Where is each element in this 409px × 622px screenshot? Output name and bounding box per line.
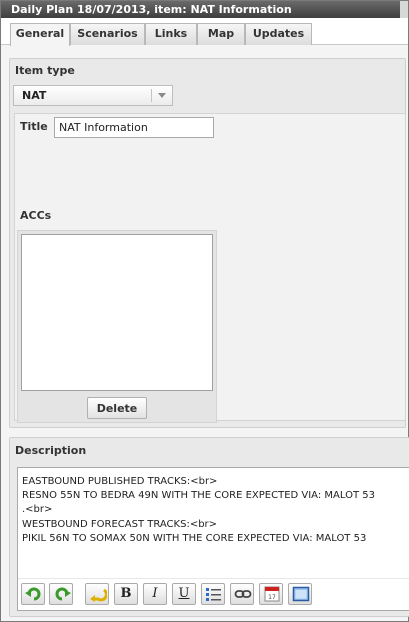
tab-links[interactable]: Links <box>145 23 197 45</box>
item-type-select[interactable]: NAT <box>13 85 173 106</box>
clean-format-button[interactable] <box>85 583 109 605</box>
tab-general[interactable]: General <box>10 23 70 46</box>
clean-format-icon <box>90 588 107 602</box>
accs-label: ACCs <box>20 209 52 222</box>
window-button[interactable] <box>288 583 312 605</box>
accs-list[interactable] <box>21 234 213 391</box>
title-input[interactable] <box>54 117 214 138</box>
description-line: RESNO 55N TO BEDRA 49N WITH THE CORE EXP… <box>22 490 375 502</box>
window-title: Daily Plan 18/07/2013, item: NAT Informa… <box>11 3 292 16</box>
undo-icon <box>25 587 41 601</box>
tab-map[interactable]: Map <box>197 23 245 45</box>
bold-button[interactable]: B <box>114 583 138 605</box>
description-line: PIKIL 56N TO SOMAX 50N WITH THE CORE EXP… <box>22 532 367 544</box>
title-label: Title <box>20 120 48 133</box>
window-titlebar[interactable]: Daily Plan 18/07/2013, item: NAT Informa… <box>1 1 408 18</box>
calendar-icon: 17 <box>264 586 280 602</box>
description-line: .<br> <box>22 504 53 516</box>
description-line: EASTBOUND PUBLISHED TRACKS:<br> <box>22 476 218 487</box>
italic-button[interactable]: I <box>143 583 167 605</box>
description-text[interactable]: EASTBOUND PUBLISHED TRACKS:<br> RESNO 55N… <box>22 475 375 546</box>
underline-button[interactable]: U <box>172 583 196 605</box>
description-label: Description <box>15 444 87 457</box>
item-type-selected-value: NAT <box>22 89 47 102</box>
redo-icon <box>55 587 71 601</box>
redo-button[interactable] <box>49 583 73 605</box>
select-divider <box>151 89 152 102</box>
calendar-day: 17 <box>268 594 276 601</box>
delete-button[interactable]: Delete <box>87 397 147 419</box>
undo-button[interactable] <box>21 583 45 605</box>
link-button[interactable] <box>230 583 254 605</box>
bullet-list-button[interactable] <box>201 583 225 605</box>
chevron-down-icon[interactable] <box>158 93 166 98</box>
window-icon <box>292 586 310 602</box>
bullet-list-icon <box>206 588 221 601</box>
daily-plan-item-window: Daily Plan 18/07/2013, item: NAT Informa… <box>0 0 409 622</box>
titlebar-resize-grip[interactable] <box>400 1 408 18</box>
description-line: WESTBOUND FORECAST TRACKS:<br> <box>22 518 218 530</box>
tab-strip: General Scenarios Links Map Updates <box>1 18 408 46</box>
tab-updates[interactable]: Updates <box>245 23 312 45</box>
insert-date-button[interactable]: 17 <box>259 583 283 605</box>
tab-scenarios[interactable]: Scenarios <box>70 23 145 45</box>
link-icon <box>234 590 252 598</box>
toolbar-divider <box>18 578 409 579</box>
item-type-label: Item type <box>15 64 75 77</box>
